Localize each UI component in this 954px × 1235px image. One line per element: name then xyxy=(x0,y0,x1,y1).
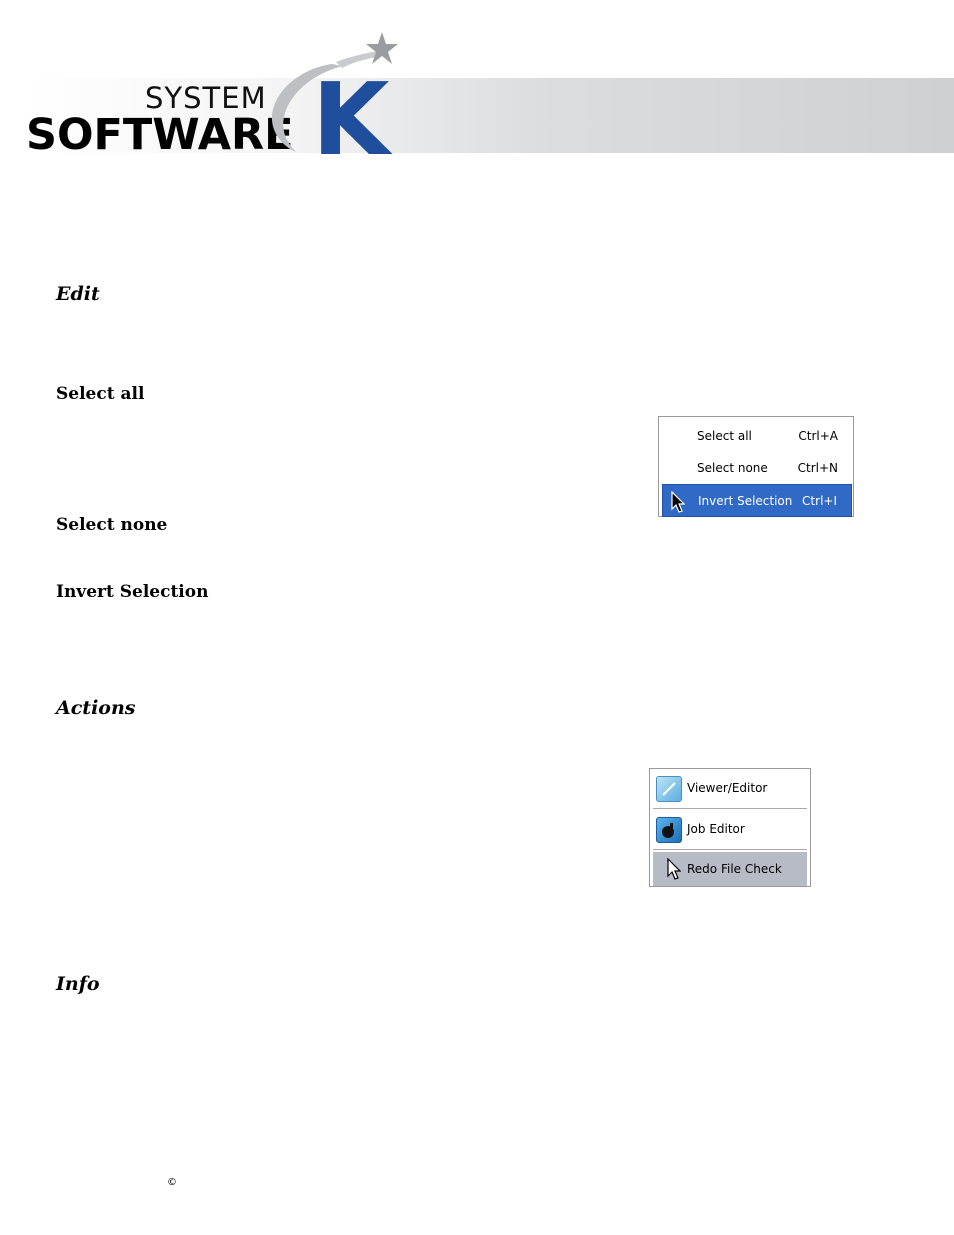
menu-item-job-editor[interactable]: Job Editor xyxy=(653,812,807,846)
logo-system-text: SYSTEM xyxy=(145,81,267,115)
menu-item-label: Redo File Check xyxy=(687,862,782,876)
menu-item-select-none[interactable]: Select none Ctrl+N xyxy=(662,453,852,483)
viewer-editor-icon xyxy=(656,776,682,802)
copyright-symbol: © xyxy=(167,1177,177,1188)
cursor-icon xyxy=(671,491,685,513)
menu-item-invert-selection[interactable]: Invert Selection Ctrl+I xyxy=(662,484,852,517)
menu-item-label: Invert Selection xyxy=(698,493,793,508)
select-all-heading: Select all xyxy=(56,384,145,404)
logo-k-letter: K xyxy=(312,61,393,158)
menu-separator xyxy=(653,849,807,850)
select-none-heading: Select none xyxy=(56,515,168,535)
menu-item-label: Select all xyxy=(697,429,752,443)
logo-k-icon: K xyxy=(271,32,398,158)
invert-selection-heading: Invert Selection xyxy=(56,582,209,602)
menu-item-redo-file-check[interactable]: Redo File Check xyxy=(653,852,807,886)
menu-item-viewer-editor[interactable]: Viewer/Editor xyxy=(653,771,807,805)
actions-heading: Actions xyxy=(56,697,136,719)
edit-menu: Select all Ctrl+A Select none Ctrl+N Inv… xyxy=(658,416,854,517)
menu-item-label: Select none xyxy=(697,461,768,475)
menu-item-shortcut: Ctrl+I xyxy=(802,493,837,508)
job-editor-icon xyxy=(656,817,682,843)
menu-item-select-all[interactable]: Select all Ctrl+A xyxy=(662,421,852,451)
menu-item-label: Viewer/Editor xyxy=(687,781,768,795)
info-heading: Info xyxy=(56,973,100,995)
actions-menu: Viewer/Editor Job Editor Redo File Check xyxy=(649,768,811,887)
logo-software-text: SOFTWARE xyxy=(26,110,294,160)
menu-item-shortcut: Ctrl+A xyxy=(798,429,838,443)
menu-item-shortcut: Ctrl+N xyxy=(797,461,838,475)
edit-heading: Edit xyxy=(56,283,100,305)
cursor-icon xyxy=(667,858,681,880)
menu-separator xyxy=(653,808,807,809)
menu-item-label: Job Editor xyxy=(687,822,745,836)
